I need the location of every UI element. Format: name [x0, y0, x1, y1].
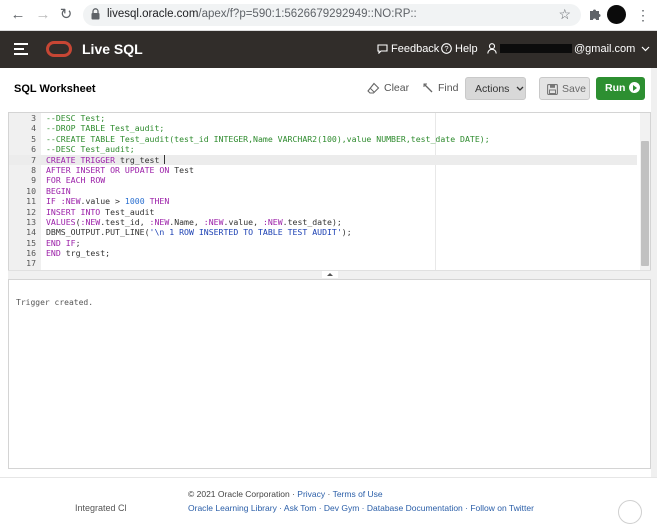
actions-button[interactable]: Actions — [465, 77, 526, 100]
results-pane: Trigger created. — [8, 279, 651, 469]
line-number: 10 — [26, 185, 36, 196]
line-number: 8 — [31, 164, 36, 175]
line-number: 3 — [31, 113, 36, 123]
line-number: 5 — [31, 133, 36, 144]
code-text[interactable]: END IF; — [46, 238, 81, 248]
line-number: 15 — [26, 237, 36, 248]
code-text[interactable]: AFTER INSERT OR UPDATE ON Test — [46, 165, 194, 175]
footer-brand: Integrated Cl — [75, 503, 127, 513]
app-title[interactable]: Live SQL — [82, 41, 143, 57]
page-title: SQL Worksheet — [14, 83, 96, 95]
page-scrollbar-track[interactable] — [651, 68, 657, 477]
clear-button[interactable]: Clear — [367, 77, 409, 100]
feedback-link[interactable]: Feedback — [377, 43, 439, 55]
eraser-icon — [367, 82, 380, 94]
code-lines[interactable]: 3 --DESC Test; 4 --DROP TABLE Test_audit; 5-… — [9, 113, 637, 269]
line-number: 13 — [26, 216, 36, 227]
extensions-puzzle-icon[interactable] — [588, 7, 602, 21]
editor-scrollbar[interactable] — [640, 113, 650, 271]
code-line[interactable]: 12 INSERT INTO Test_audit — [9, 207, 637, 217]
user-menu[interactable]: @gmail.com — [487, 43, 653, 55]
code-line[interactable]: 9 FOR EACH ROW — [9, 175, 637, 185]
chevron-down-icon — [641, 46, 650, 52]
back-arrow-icon[interactable]: ← — [9, 6, 27, 24]
line-number: 9 — [31, 175, 36, 186]
code-line[interactable]: 11 IF :NEW.value > 1000 THEN — [9, 196, 637, 206]
save-button[interactable]: Save — [539, 77, 590, 100]
footer-divider — [0, 477, 657, 478]
bookmark-star-icon[interactable]: ☆ — [558, 6, 571, 23]
code-text[interactable]: FOR EACH ROW — [46, 175, 105, 185]
text-cursor — [164, 154, 166, 164]
terms-link[interactable]: Terms of Use — [333, 489, 383, 499]
editor-scrollbar-thumb[interactable] — [641, 141, 649, 266]
app-header: Live SQL Feedback ? Help @gmail.com — [0, 31, 657, 68]
code-text[interactable]: --DESC Test; — [46, 113, 105, 123]
lock-icon — [91, 8, 100, 20]
floppy-disk-icon — [547, 84, 558, 95]
hamburger-menu-icon[interactable] — [14, 43, 28, 55]
line-number: 4 — [31, 123, 36, 134]
line-number: 6 — [31, 144, 36, 155]
address-bar[interactable]: livesql.oracle.com/apex/f?p=590:1:562667… — [83, 4, 581, 26]
code-line[interactable]: 5 --CREATE TABLE Test_audit(test_id INTEG… — [9, 134, 637, 144]
code-line[interactable]: 17 — [9, 258, 637, 268]
forward-arrow-icon[interactable]: → — [34, 6, 52, 24]
line-number: 12 — [26, 206, 36, 217]
speech-bubble-icon — [377, 44, 388, 55]
collapse-up-icon[interactable] — [322, 271, 338, 278]
reload-icon[interactable]: ↻ — [57, 6, 75, 24]
code-text[interactable]: INSERT INTO Test_audit — [46, 207, 154, 217]
oracle-logo-icon[interactable] — [46, 41, 72, 57]
help-question-icon: ? — [441, 43, 452, 54]
code-line[interactable]: 15 END IF; — [9, 238, 637, 248]
code-line[interactable]: 13 VALUES(:NEW.test_id, :NEW.Name, :NEW.v… — [9, 217, 637, 227]
sql-editor[interactable]: 3 --DESC Test; 4 --DROP TABLE Test_audit; 5-… — [8, 112, 651, 272]
browser-menu-icon[interactable]: ⋮ — [636, 6, 650, 24]
code-line[interactable]: 4 --DROP TABLE Test_audit; — [9, 123, 637, 133]
footer-copyright: © 2021 Oracle Corporation · Privacy · Te… — [188, 489, 383, 499]
code-text[interactable]: DBMS_OUTPUT.PUT_LINE('\n 1 ROW INSERTED … — [46, 227, 352, 237]
code-line[interactable]: 14 DBMS_OUTPUT.PUT_LINE('\n 1 ROW INSERTE… — [9, 227, 637, 237]
line-number: 11 — [26, 196, 36, 207]
help-link[interactable]: ? Help — [441, 43, 478, 55]
worksheet-toolbar: SQL Worksheet Clear Find Actions Save Ru… — [0, 68, 657, 110]
scroll-top-button[interactable] — [618, 500, 642, 524]
code-text[interactable]: --CREATE TABLE Test_audit(test_id INTEGE… — [46, 134, 490, 144]
code-text[interactable]: --DROP TABLE Test_audit; — [46, 123, 164, 133]
run-button[interactable]: Run — [596, 77, 645, 100]
code-text[interactable]: IF :NEW.value > 1000 THEN — [46, 196, 169, 206]
code-text[interactable]: END trg_test; — [46, 248, 110, 258]
play-icon — [629, 82, 641, 93]
svg-text:?: ? — [444, 44, 448, 53]
find-button[interactable]: Find — [422, 77, 458, 100]
code-text[interactable]: VALUES(:NEW.test_id, :NEW.Name, :NEW.val… — [46, 217, 342, 227]
code-line[interactable]: 10 BEGIN — [9, 186, 637, 196]
code-text[interactable]: CREATE TRIGGER trg_test — [46, 154, 166, 165]
code-text[interactable]: BEGIN — [46, 186, 71, 196]
footer-links[interactable]: Oracle Learning Library · Ask Tom · Dev … — [188, 503, 534, 513]
line-number: 16 — [26, 248, 36, 259]
chevron-down-icon — [516, 86, 524, 91]
code-line[interactable]: 6 --DESC Test_audit; — [9, 144, 637, 154]
code-line[interactable]: 7 CREATE TRIGGER trg_test — [9, 154, 637, 165]
redacted-username — [500, 44, 572, 53]
user-icon — [487, 43, 497, 54]
code-line[interactable]: 16 END trg_test; — [9, 248, 637, 258]
profile-avatar[interactable] — [607, 5, 626, 24]
privacy-link[interactable]: Privacy — [297, 489, 325, 499]
line-number: 14 — [26, 227, 36, 238]
browser-toolbar: ← → ↻ livesql.oracle.com/apex/f?p=590:1:… — [0, 0, 657, 31]
code-line[interactable]: 3 --DESC Test; — [9, 113, 637, 123]
magic-wand-icon — [423, 83, 433, 93]
code-text[interactable]: --DESC Test_audit; — [46, 144, 135, 154]
result-output: Trigger created. — [16, 298, 94, 307]
url-text: livesql.oracle.com/apex/f?p=590:1:562667… — [107, 8, 417, 20]
line-number: 17 — [26, 258, 36, 269]
code-line[interactable]: 8 AFTER INSERT OR UPDATE ON Test — [9, 165, 637, 175]
line-number: 7 — [31, 154, 36, 165]
